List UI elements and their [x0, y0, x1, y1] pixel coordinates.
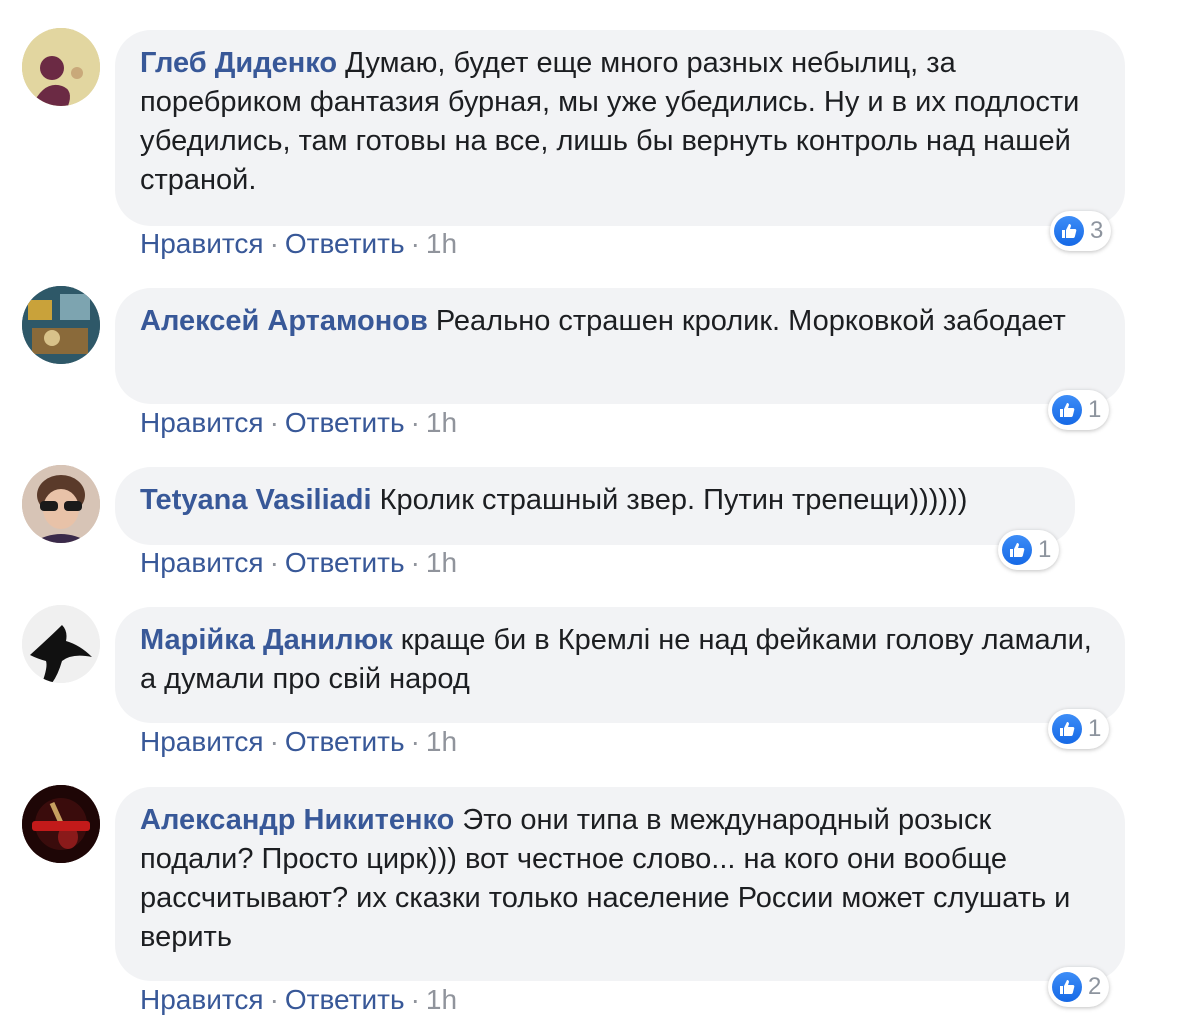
- reaction-count[interactable]: 1: [1048, 709, 1110, 749]
- like-link[interactable]: Нравится: [140, 726, 264, 757]
- thumbs-up-icon: [1052, 395, 1082, 425]
- comment-author[interactable]: Глеб Диденко: [140, 47, 337, 79]
- comment-actions: Нравится · Ответить · 1h: [140, 407, 457, 439]
- thumbs-up-icon: [1052, 714, 1082, 744]
- reaction-count[interactable]: 1: [1048, 390, 1110, 430]
- reply-link[interactable]: Ответить: [285, 407, 405, 438]
- reaction-number: 1: [1088, 396, 1102, 423]
- timestamp[interactable]: 1h: [426, 726, 457, 757]
- thumbs-up-icon: [1054, 216, 1084, 246]
- reaction-number: 3: [1090, 217, 1104, 244]
- comment-actions: Нравится · Ответить · 1h: [140, 547, 457, 579]
- separator: ·: [269, 726, 279, 757]
- reply-link[interactable]: Ответить: [285, 547, 405, 578]
- comment-bubble: Алексей Артамонов Реально страшен кролик.…: [115, 288, 1125, 404]
- comment-actions: Нравится · Ответить · 1h: [140, 726, 457, 758]
- comment-author[interactable]: Марійка Данилюк: [140, 624, 393, 656]
- avatar[interactable]: [22, 28, 100, 106]
- timestamp[interactable]: 1h: [426, 228, 457, 259]
- separator: ·: [410, 984, 420, 1015]
- like-link[interactable]: Нравится: [140, 547, 264, 578]
- like-link[interactable]: Нравится: [140, 984, 264, 1015]
- comment-text: Кролик страшный звер. Путин трепещи)))))…: [379, 484, 968, 516]
- thumbs-up-icon: [1052, 972, 1082, 1002]
- like-link[interactable]: Нравится: [140, 228, 264, 259]
- separator: ·: [410, 407, 420, 438]
- avatar[interactable]: [22, 465, 100, 543]
- reaction-number: 1: [1088, 715, 1102, 742]
- avatar[interactable]: [22, 785, 100, 863]
- avatar[interactable]: [22, 286, 100, 364]
- reaction-number: 1: [1038, 536, 1052, 563]
- timestamp[interactable]: 1h: [426, 407, 457, 438]
- separator: ·: [410, 228, 420, 259]
- avatar[interactable]: [22, 605, 100, 683]
- separator: ·: [269, 228, 279, 259]
- separator: ·: [410, 547, 420, 578]
- reaction-count[interactable]: 1: [998, 530, 1060, 570]
- comment-bubble: Александр Никитенко Это они типа в междун…: [115, 787, 1125, 981]
- comment-bubble: Глеб Диденко Думаю, будет еще много разны…: [115, 30, 1125, 226]
- comment-text: Реально страшен кролик. Морковкой забода…: [435, 305, 1066, 337]
- timestamp[interactable]: 1h: [426, 984, 457, 1015]
- separator: ·: [269, 547, 279, 578]
- timestamp[interactable]: 1h: [426, 547, 457, 578]
- comment-author[interactable]: Tetyana Vasiliadi: [140, 484, 372, 516]
- like-link[interactable]: Нравится: [140, 407, 264, 438]
- separator: ·: [410, 726, 420, 757]
- separator: ·: [269, 984, 279, 1015]
- comment-author[interactable]: Александр Никитенко: [140, 804, 454, 836]
- thumbs-up-icon: [1002, 535, 1032, 565]
- comment-bubble: Марійка Данилюк краще би в Кремлі не над …: [115, 607, 1125, 723]
- reaction-count[interactable]: 3: [1050, 211, 1112, 251]
- comment-bubble: Tetyana Vasiliadi Кролик страшный звер. П…: [115, 467, 1075, 545]
- comment-actions: Нравится · Ответить · 1h: [140, 984, 457, 1016]
- reaction-count[interactable]: 2: [1048, 967, 1110, 1007]
- reply-link[interactable]: Ответить: [285, 984, 405, 1015]
- reply-link[interactable]: Ответить: [285, 228, 405, 259]
- comment-author[interactable]: Алексей Артамонов: [140, 305, 428, 337]
- separator: ·: [269, 407, 279, 438]
- reply-link[interactable]: Ответить: [285, 726, 405, 757]
- reaction-number: 2: [1088, 973, 1102, 1000]
- comment-actions: Нравится · Ответить · 1h: [140, 228, 457, 260]
